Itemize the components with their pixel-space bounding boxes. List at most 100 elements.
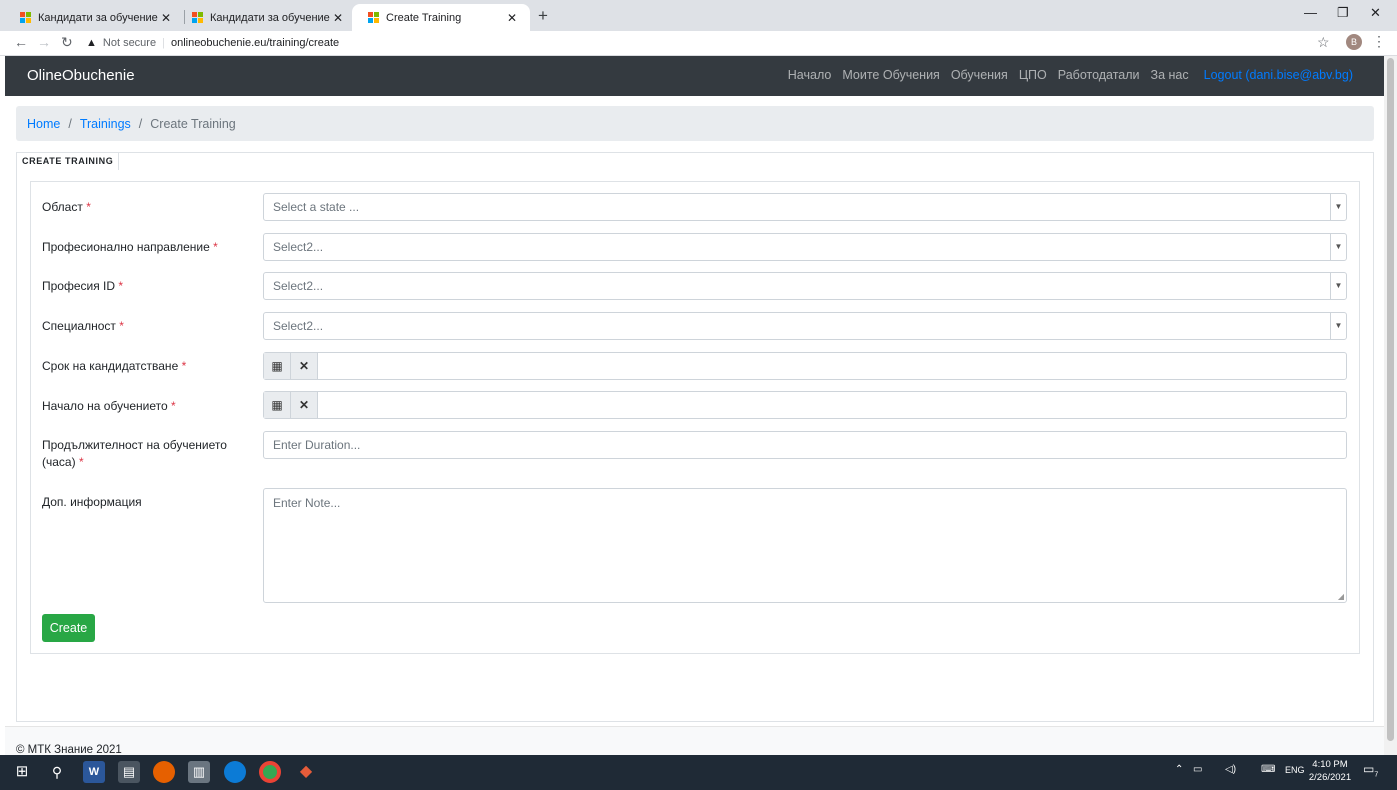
required-mark: * xyxy=(86,200,91,214)
region-select[interactable]: Select a state ... ▼ xyxy=(263,193,1347,221)
chrome-icon[interactable] xyxy=(259,761,281,783)
firefox-icon[interactable] xyxy=(153,761,175,783)
windows-start-icon[interactable]: ⊞ xyxy=(11,761,33,783)
page-footer: © МТК Знание 2021 xyxy=(5,726,1384,755)
duration-label: Продължителност на обучението (часа) * xyxy=(42,437,237,471)
label-text: Продължителност на обучението (часа) xyxy=(42,438,227,469)
duration-input[interactable]: Enter Duration... xyxy=(263,431,1347,459)
back-icon[interactable]: ← xyxy=(14,34,28,50)
breadcrumb-trainings[interactable]: Trainings xyxy=(80,117,131,131)
browser-tab[interactable]: Кандидати за обучение ✕ xyxy=(176,4,356,31)
tab-close-icon[interactable]: ✕ xyxy=(158,11,174,25)
browser-tab-active[interactable]: Create Training ✕ xyxy=(352,4,530,31)
browser-tab-bar: Кандидати за обучение ✕ Кандидати за обу… xyxy=(0,0,1397,31)
volume-icon[interactable]: ◁) xyxy=(1225,764,1236,775)
minimize-icon[interactable]: — xyxy=(1304,5,1317,20)
notification-count: 7 xyxy=(1374,771,1379,779)
site-favicon-icon xyxy=(368,12,379,23)
clear-icon[interactable]: ✕ xyxy=(291,392,318,418)
keyboard-icon[interactable]: ⌨ xyxy=(1261,764,1275,775)
nav-link-my-trainings[interactable]: Моите Обучения xyxy=(842,68,939,82)
calculator-icon[interactable]: ▤ xyxy=(118,761,140,783)
app-drop-icon[interactable]: ◆ xyxy=(295,761,317,783)
restore-icon[interactable]: ❐ xyxy=(1337,5,1349,21)
tray-network-icon[interactable]: ▭ xyxy=(1193,764,1202,775)
dropdown-arrow-icon[interactable]: ▼ xyxy=(1330,313,1346,339)
logout-link[interactable]: Logout (dani.bise@abv.bg) xyxy=(1204,68,1353,82)
deadline-date-input[interactable]: ▦ ✕ xyxy=(263,352,1347,380)
required-mark: * xyxy=(78,455,84,469)
tab-close-icon[interactable]: ✕ xyxy=(504,11,520,25)
file-manager-icon[interactable]: ▥ xyxy=(188,761,210,783)
bookmark-star-icon[interactable]: ☆ xyxy=(1317,34,1330,51)
required-mark: * xyxy=(119,319,124,333)
nav-link-employers[interactable]: Работодатали xyxy=(1058,68,1140,82)
dropdown-arrow-icon[interactable]: ▼ xyxy=(1330,273,1346,299)
window-close-icon[interactable]: ✕ xyxy=(1370,5,1381,21)
textarea-placeholder: Enter Note... xyxy=(273,496,341,510)
select-placeholder: Select2... xyxy=(273,319,324,333)
scrollbar-thumb[interactable] xyxy=(1387,58,1394,741)
tab-title: Кандидати за обучение xyxy=(38,11,158,24)
select-placeholder: Select2... xyxy=(273,240,324,254)
required-mark: * xyxy=(181,359,187,373)
create-button[interactable]: Create xyxy=(42,614,95,642)
page-scrollbar[interactable] xyxy=(1384,56,1397,755)
direction-label: Професионално направление * xyxy=(42,239,242,256)
search-icon[interactable]: ⚲ xyxy=(46,761,68,783)
profile-avatar[interactable]: B xyxy=(1346,34,1362,50)
security-label: Not secure xyxy=(102,37,157,49)
new-tab-icon[interactable]: + xyxy=(538,6,548,26)
nav-link-cpo[interactable]: ЦПО xyxy=(1019,68,1047,82)
note-textarea[interactable]: Enter Note... ◢ xyxy=(263,488,1347,603)
url-text[interactable]: onlineobuchenie.eu/training/create xyxy=(171,37,339,49)
dropdown-arrow-icon[interactable]: ▼ xyxy=(1330,234,1346,260)
reload-icon[interactable]: ↻ xyxy=(61,34,73,51)
clear-icon[interactable]: ✕ xyxy=(291,353,318,379)
direction-select[interactable]: Select2... ▼ xyxy=(263,233,1347,261)
calendar-icon[interactable]: ▦ xyxy=(264,353,291,379)
nav-link-about[interactable]: За нас xyxy=(1151,68,1189,82)
notifications-icon[interactable]: ▭7 xyxy=(1363,762,1378,778)
card-header: CREATE TRAINING xyxy=(16,152,120,170)
label-text: Професионално направление xyxy=(42,240,210,254)
calendar-icon[interactable]: ▦ xyxy=(264,392,291,418)
clock-date: 2/26/2021 xyxy=(1308,772,1352,783)
site-favicon-icon xyxy=(20,12,31,23)
select-placeholder: Select2... xyxy=(273,279,324,293)
language-indicator[interactable]: ENG xyxy=(1285,765,1305,775)
edge-icon[interactable] xyxy=(224,761,246,783)
forward-icon[interactable]: → xyxy=(37,34,51,50)
start-date-input[interactable]: ▦ ✕ xyxy=(263,391,1347,419)
tab-close-icon[interactable]: ✕ xyxy=(330,11,346,25)
clock-time: 4:10 PM xyxy=(1312,759,1348,770)
specialty-select[interactable]: Select2... ▼ xyxy=(263,312,1347,340)
word-icon[interactable]: W xyxy=(83,761,105,783)
label-text: Професия ID xyxy=(42,279,116,293)
site-favicon-icon xyxy=(192,12,203,23)
required-mark: * xyxy=(213,240,218,254)
site-brand[interactable]: OlineObuchenie xyxy=(27,67,135,84)
site-navbar: OlineObuchenie Начало Моите Обучения Обу… xyxy=(5,56,1384,96)
region-label: Област * xyxy=(42,199,242,216)
browser-menu-icon[interactable]: ⋮ xyxy=(1372,33,1386,50)
nav-link-trainings[interactable]: Обучения xyxy=(951,68,1008,82)
tray-chevron-icon[interactable]: ⌃ xyxy=(1175,764,1183,775)
resize-grip-icon[interactable]: ◢ xyxy=(1338,592,1344,601)
warning-icon: ▲ xyxy=(86,37,97,49)
label-text: Начало на обучението xyxy=(42,399,168,413)
windows-taskbar: ⊞ ⚲ W ▤ ▥ ◆ ⌃ ▭ ◁) ⌨ ENG 4:10 PM 2/26/20… xyxy=(0,755,1397,790)
required-mark: * xyxy=(170,399,176,413)
omnibox[interactable]: ▲ Not secure | onlineobuchenie.eu/traini… xyxy=(86,32,339,54)
taskbar-clock[interactable]: 4:10 PM 2/26/2021 xyxy=(1306,758,1354,784)
start-label: Начало на обучението * xyxy=(42,398,242,415)
nav-link-home[interactable]: Начало xyxy=(788,68,832,82)
note-label: Доп. информация xyxy=(42,495,142,509)
web-page: OlineObuchenie Начало Моите Обучения Обу… xyxy=(5,56,1384,755)
footer-copyright: © МТК Знание 2021 xyxy=(16,744,122,755)
dropdown-arrow-icon[interactable]: ▼ xyxy=(1330,194,1346,220)
browser-tab[interactable]: Кандидати за обучение ✕ xyxy=(4,4,184,31)
breadcrumb-home[interactable]: Home xyxy=(27,117,60,131)
tab-title: Кандидати за обучение xyxy=(210,11,330,24)
profession-select[interactable]: Select2... ▼ xyxy=(263,272,1347,300)
